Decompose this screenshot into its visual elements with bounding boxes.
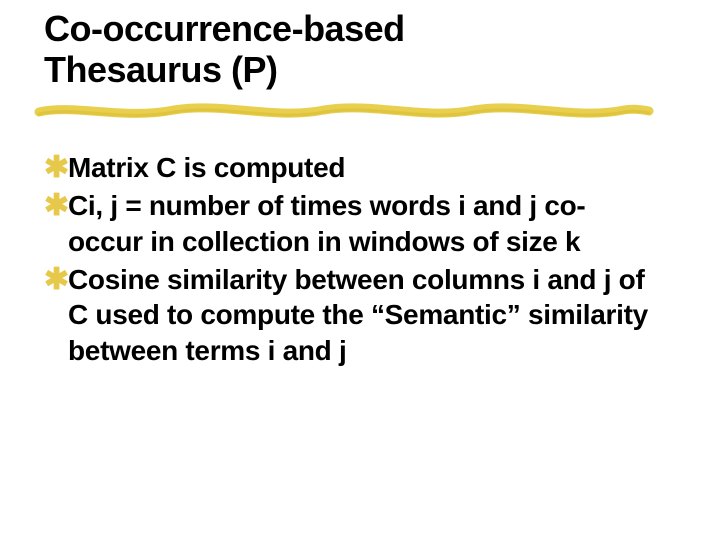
bullet-text: Matrix C is computed [68,150,660,186]
bullet-icon: ✱ [44,150,68,186]
slide: Co-occurrence-based Thesaurus (P) ✱ Matr… [0,0,720,540]
bullet-icon: ✱ [44,262,68,298]
list-item: ✱ Matrix C is computed [44,150,660,186]
bullet-icon: ✱ [44,188,68,224]
list-item: ✱ Cosine similarity between columns i an… [44,262,660,369]
title-line-1: Co-occurrence-based [44,8,405,49]
title-line-2: Thesaurus (P) [44,49,278,90]
list-item: ✱ Ci, j = number of times words i and j … [44,188,660,260]
bullet-text: Cosine similarity between columns i and … [68,262,660,369]
body-content: ✱ Matrix C is computed ✱ Ci, j = number … [44,150,660,371]
bullet-text: Ci, j = number of times words i and j co… [68,188,660,260]
slide-title: Co-occurrence-based Thesaurus (P) [44,8,680,91]
title-underline-icon [34,98,654,124]
